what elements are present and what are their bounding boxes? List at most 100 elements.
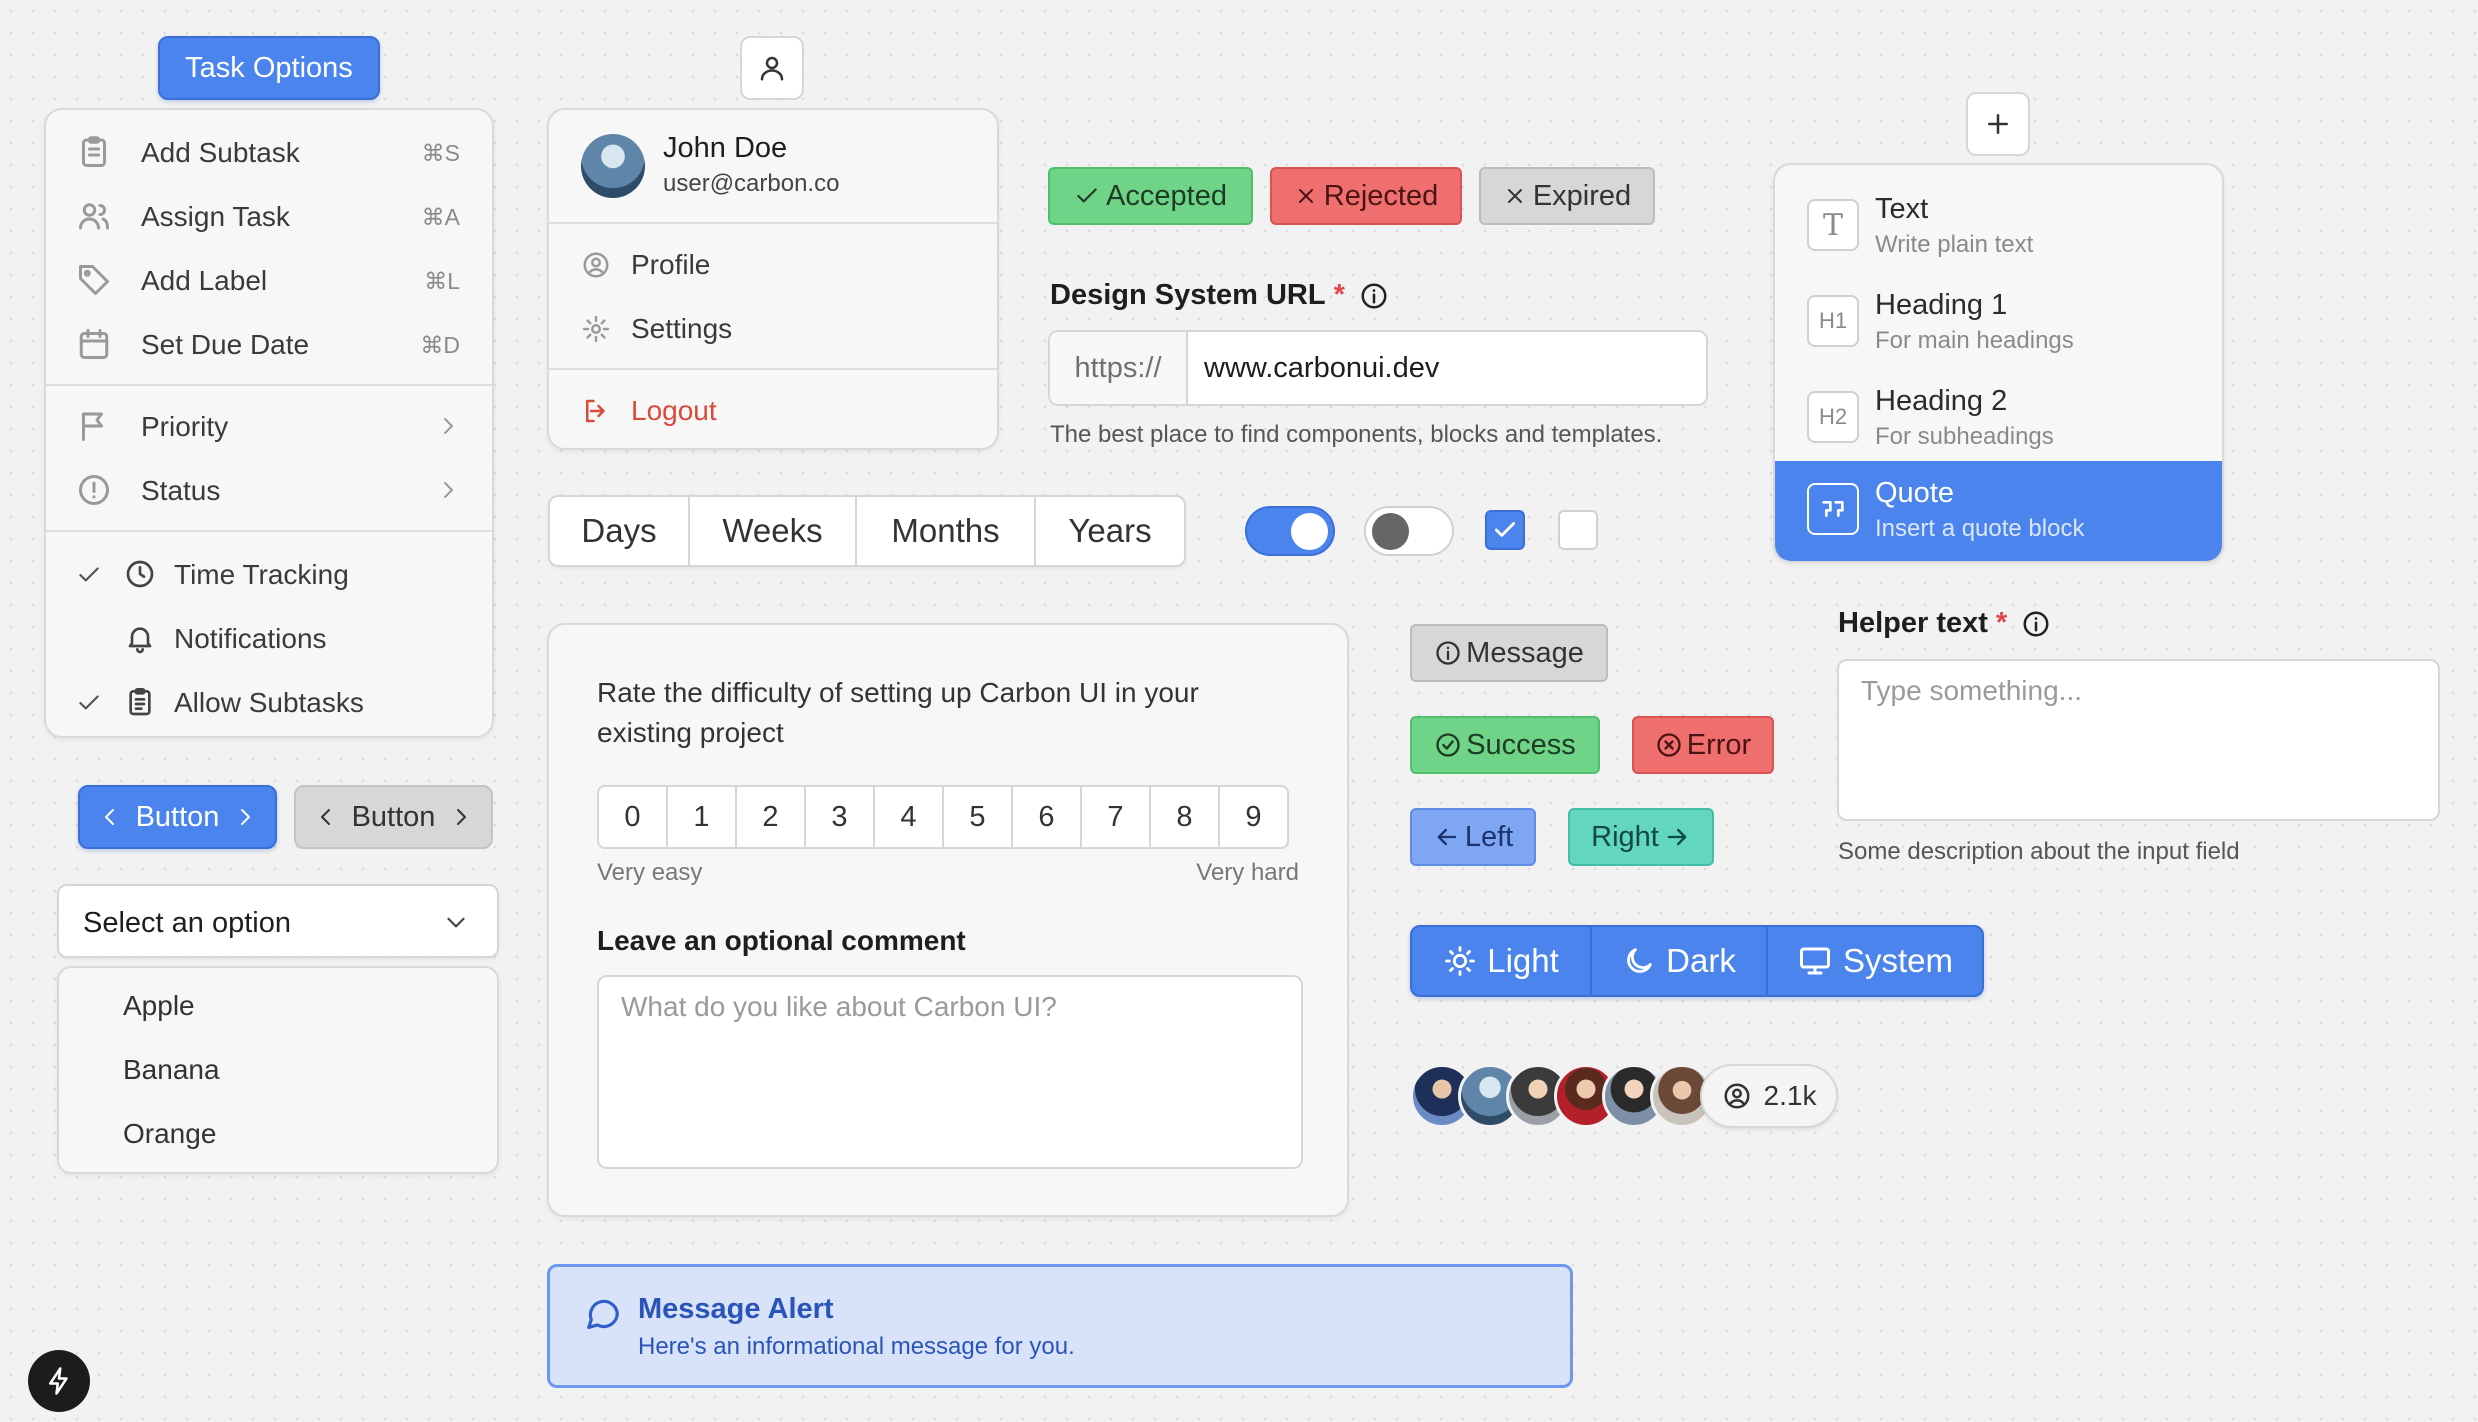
right-arrow-button[interactable]: Right [1568, 808, 1714, 866]
calendar-icon [79, 329, 109, 359]
timeframe-segmented-control: Days Weeks Months Years [548, 495, 1186, 567]
tag-icon [79, 265, 109, 295]
rating-option[interactable]: 9 [1218, 785, 1289, 849]
segment-weeks[interactable]: Weeks [690, 497, 857, 565]
menu-item-add-subtask[interactable]: Add Subtask ⌘S [46, 120, 492, 184]
block-option-heading-1[interactable]: H1 Heading 1 For main headings [1775, 273, 2222, 369]
menu-check-time-tracking[interactable]: Time Tracking [46, 542, 492, 606]
check-icon [79, 567, 99, 582]
menu-item-add-label[interactable]: Add Label ⌘L [46, 248, 492, 312]
divider [46, 530, 492, 532]
rating-option[interactable]: 0 [597, 785, 668, 849]
message-circle-icon [587, 1299, 619, 1330]
user-email: user@carbon.co [663, 170, 840, 197]
select-trigger[interactable]: Select an option [57, 884, 499, 958]
rating-option[interactable]: 7 [1080, 785, 1151, 849]
lightning-fab[interactable] [28, 1350, 90, 1412]
menu-item-logout[interactable]: Logout [549, 378, 997, 442]
select-option[interactable]: Banana [123, 1054, 220, 1086]
rating-min-label: Very easy [597, 859, 703, 886]
select-options-list: Apple Banana Orange [57, 966, 499, 1174]
rating-option[interactable]: 8 [1149, 785, 1220, 849]
chevron-right-icon [241, 809, 251, 825]
rating-option[interactable]: 5 [942, 785, 1013, 849]
avatar [581, 134, 645, 198]
chevron-left-icon [104, 809, 114, 825]
comment-textarea[interactable]: What do you like about Carbon UI? [597, 975, 1303, 1169]
rating-option[interactable]: 2 [735, 785, 806, 849]
rating-option[interactable]: 6 [1011, 785, 1082, 849]
checkbox-checked[interactable] [1485, 510, 1525, 550]
task-options-button[interactable]: Task Options [158, 36, 380, 100]
rating-option[interactable]: 4 [873, 785, 944, 849]
toggle-off[interactable] [1364, 506, 1454, 556]
shortcut-label: ⌘L [424, 268, 460, 294]
url-field-label: Design System URL * [1050, 279, 1389, 312]
rating-option[interactable]: 3 [804, 785, 875, 849]
menu-check-allow-subtasks[interactable]: Allow Subtasks [46, 670, 492, 734]
menu-item-label: Set Due Date [141, 329, 310, 360]
error-tag: Error [1632, 716, 1774, 774]
divider [549, 368, 997, 370]
rating-option[interactable]: 1 [666, 785, 737, 849]
block-option-heading-2[interactable]: H2 Heading 2 For subheadings [1775, 369, 2222, 465]
shortcut-label: ⌘A [421, 204, 460, 230]
menu-item-settings[interactable]: Settings [549, 296, 997, 360]
badge-label: Accepted [1106, 179, 1227, 212]
helper-textarea[interactable]: Type something... [1837, 659, 2440, 821]
alert-body: Here's an informational message for you. [638, 1333, 1075, 1360]
shortcut-label: ⌘D [420, 332, 460, 358]
url-input-group[interactable]: https:// www.carbonui.dev [1048, 330, 1708, 406]
select-option[interactable]: Orange [123, 1118, 216, 1150]
feedback-question: Rate the difficulty of setting up Carbon… [597, 677, 1199, 748]
segment-days[interactable]: Days [550, 497, 690, 565]
menu-item-label: Allow Subtasks [174, 687, 364, 718]
url-input[interactable]: www.carbonui.dev [1188, 332, 1706, 404]
user-circle-icon [1724, 1083, 1750, 1109]
block-option-text[interactable]: T Text Write plain text [1775, 177, 2222, 273]
user-menu-trigger[interactable] [740, 36, 804, 100]
check-icon [79, 695, 99, 710]
helper-description: Some description about the input field [1838, 838, 2240, 865]
user-circle-icon [583, 252, 609, 278]
toggle-on[interactable] [1245, 506, 1335, 556]
checkbox-unchecked[interactable] [1558, 510, 1598, 550]
avatar-count-chip[interactable]: 2.1k [1700, 1064, 1838, 1128]
success-tag: Success [1410, 716, 1600, 774]
menu-item-set-due-date[interactable]: Set Due Date ⌘D [46, 312, 492, 376]
comment-label: Leave an optional comment [597, 925, 966, 956]
theme-system[interactable]: System [1768, 927, 1982, 995]
menu-item-label: Priority [141, 411, 229, 442]
info-icon[interactable] [1359, 281, 1389, 311]
block-option-quote[interactable]: Quote Insert a quote block [1775, 461, 2222, 561]
divider [46, 384, 492, 386]
block-subtitle: For subheadings [1875, 423, 2054, 450]
info-icon[interactable] [2021, 609, 2051, 639]
menu-item-priority[interactable]: Priority [46, 394, 492, 458]
segment-years[interactable]: Years [1036, 497, 1184, 565]
menu-check-notifications[interactable]: Notifications [46, 606, 492, 670]
menu-item-status[interactable]: Status [46, 458, 492, 522]
divider [549, 222, 997, 224]
menu-item-label: Notifications [174, 623, 327, 654]
alert-circle-icon [79, 475, 109, 505]
select-option[interactable]: Apple [123, 990, 195, 1022]
menu-item-label: Assign Task [141, 201, 290, 232]
secondary-chevron-button[interactable]: Button [294, 785, 493, 849]
moon-icon [1627, 948, 1652, 973]
left-arrow-button[interactable]: Left [1410, 808, 1536, 866]
required-mark: * [1995, 607, 2008, 639]
field-label: Helper text [1838, 607, 1988, 639]
menu-item-assign-task[interactable]: Assign Task ⌘A [46, 184, 492, 248]
menu-item-profile[interactable]: Profile [549, 232, 997, 296]
add-block-button[interactable] [1966, 92, 2030, 156]
segment-months[interactable]: Months [857, 497, 1036, 565]
chevron-left-icon [320, 809, 330, 825]
theme-dark[interactable]: Dark [1592, 927, 1768, 995]
theme-light[interactable]: Light [1412, 927, 1592, 995]
alert-title: Message Alert [638, 1293, 834, 1325]
heading-2-icon: H2 [1807, 391, 1859, 443]
tag-label: Success [1466, 728, 1576, 761]
primary-chevron-button[interactable]: Button [78, 785, 277, 849]
block-subtitle: Insert a quote block [1875, 515, 2085, 542]
